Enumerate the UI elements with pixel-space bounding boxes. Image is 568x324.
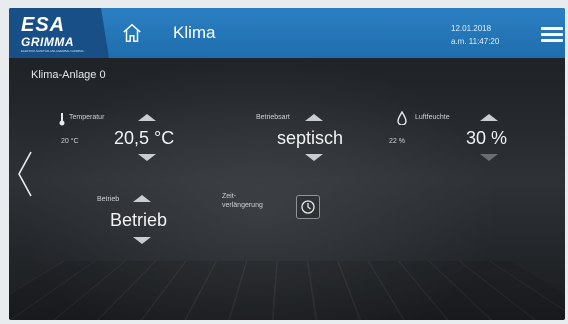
temperature-current: 20 °C bbox=[61, 138, 79, 145]
screen: ESA GRIMMA ELEKTRO-SANITÄR-ANLAGENBAU GR… bbox=[9, 8, 565, 320]
droplet-icon bbox=[397, 111, 407, 125]
time: a.m. 11:47:20 bbox=[451, 37, 500, 46]
home-icon[interactable] bbox=[121, 22, 143, 44]
temperature-setpoint: 20,5 °C bbox=[114, 128, 175, 148]
humidity-setpoint: 30 % bbox=[466, 128, 508, 148]
mode-value: septisch bbox=[277, 128, 344, 148]
mode-label: Betriebsart bbox=[256, 114, 290, 121]
timer-button[interactable] bbox=[296, 195, 320, 219]
mode-up-button[interactable] bbox=[305, 114, 323, 121]
humidity-down-button[interactable] bbox=[480, 154, 498, 161]
page-title: Klima bbox=[173, 23, 216, 42]
humidity-current: 22 % bbox=[389, 138, 405, 145]
menu-line bbox=[541, 33, 563, 36]
background-floor bbox=[9, 260, 565, 320]
thermometer-icon bbox=[59, 113, 65, 126]
temperature-up-button[interactable] bbox=[138, 114, 156, 121]
logo: ESA GRIMMA ELEKTRO-SANITÄR-ANLAGENBAU GR… bbox=[9, 8, 109, 58]
datetime: 12.01.2018 a.m. 11:47:20 bbox=[451, 22, 499, 48]
menu-line bbox=[541, 39, 563, 42]
date: 12.01.2018 bbox=[451, 24, 492, 33]
panel-title: Klima-Anlage 0 bbox=[31, 69, 106, 81]
extension-label-line2: verlängerung bbox=[222, 202, 263, 209]
timer-icon bbox=[301, 200, 315, 214]
operation-value: Betrieb bbox=[110, 210, 168, 230]
extension-label-line1: Zeit- bbox=[222, 193, 236, 200]
temperature-down-button[interactable] bbox=[138, 154, 156, 161]
back-arrow-icon[interactable] bbox=[15, 150, 35, 198]
logo-sub: GRIMMA bbox=[21, 35, 74, 49]
extension-label: Zeit- verlängerung bbox=[222, 192, 263, 210]
header-bar: ESA GRIMMA ELEKTRO-SANITÄR-ANLAGENBAU GR… bbox=[9, 8, 565, 58]
humidity-label: Luftfeuchte bbox=[415, 114, 450, 121]
operation-label: Betrieb bbox=[97, 196, 120, 203]
menu-line bbox=[541, 27, 563, 30]
humidity-up-button[interactable] bbox=[480, 114, 498, 121]
device-frame: ESA GRIMMA ELEKTRO-SANITÄR-ANLAGENBAU GR… bbox=[0, 0, 568, 324]
temperature-label: Temperatur bbox=[69, 114, 105, 121]
mode-down-button[interactable] bbox=[305, 154, 323, 161]
logo-main: ESA bbox=[21, 14, 66, 36]
operation-down-button[interactable] bbox=[133, 237, 151, 244]
operation-up-button[interactable] bbox=[133, 195, 151, 202]
menu-icon[interactable] bbox=[541, 27, 563, 42]
logo-tagline: ELEKTRO-SANITÄR-ANLAGENBAU GRIMMA bbox=[21, 49, 84, 53]
